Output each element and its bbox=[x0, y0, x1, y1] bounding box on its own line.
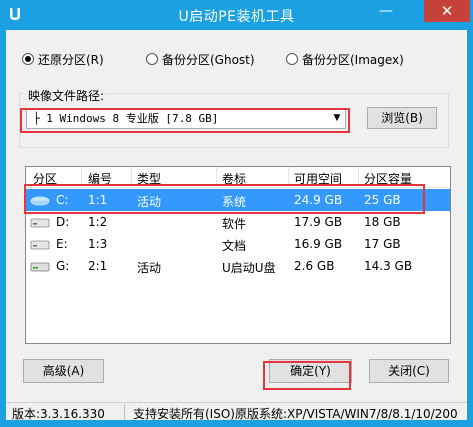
version-text: 版本:3.3.16.330 bbox=[12, 407, 105, 421]
radio-restore[interactable]: 还原分区(R) bbox=[22, 50, 104, 68]
cell-label: 文档 bbox=[222, 239, 247, 253]
cell-number: 1:2 bbox=[88, 215, 108, 229]
status-bar: 版本:3.3.16.330 支持安装所有(ISO)原版系统:XP/VISTA/W… bbox=[6, 402, 467, 421]
table-row[interactable]: E: 1:3 文档 16.9 GB 17 GB bbox=[26, 233, 450, 255]
support-text: 支持安装所有(ISO)原版系统:XP/VISTA/WIN7/8/8.1/10/2… bbox=[133, 407, 458, 421]
close-button[interactable]: 关闭(C) bbox=[369, 359, 449, 383]
hard-drive-icon bbox=[30, 240, 50, 250]
highlight-ok-button bbox=[263, 361, 351, 390]
table-row[interactable]: G: 2:1 活动 U启动U盘 2.6 GB 14.3 GB bbox=[26, 255, 450, 277]
cell-type: 活动 bbox=[137, 261, 162, 275]
radio-backup-ghost-label: 备份分区(Ghost) bbox=[162, 52, 255, 67]
usb-drive-icon bbox=[30, 262, 50, 272]
radio-backup-imagex-label: 备份分区(Imagex) bbox=[302, 52, 404, 67]
radio-restore-label: 还原分区(R) bbox=[38, 52, 104, 67]
table-row[interactable]: D: 1:2 软件 17.9 GB 18 GB bbox=[26, 211, 450, 233]
advanced-button[interactable]: 高级(A) bbox=[23, 359, 104, 383]
highlight-image-path bbox=[20, 108, 350, 133]
radio-restore-dot[interactable] bbox=[22, 53, 34, 65]
close-window-button[interactable]: ✕ bbox=[424, 0, 470, 22]
cell-number: 2:1 bbox=[88, 259, 108, 273]
cell-drive: G: bbox=[56, 259, 70, 273]
minimize-button[interactable]: — bbox=[372, 0, 400, 24]
hard-drive-icon bbox=[30, 218, 50, 228]
image-path-label: 映像文件路径: bbox=[26, 87, 107, 104]
radio-backup-ghost[interactable]: 备份分区(Ghost) bbox=[146, 50, 255, 68]
cell-size: 18 GB bbox=[364, 215, 401, 229]
cell-free: 2.6 GB bbox=[294, 259, 335, 273]
radio-backup-imagex[interactable]: 备份分区(Imagex) bbox=[286, 50, 404, 68]
cell-drive: E: bbox=[56, 237, 68, 251]
main-panel: 还原分区(R) 备份分区(Ghost) 备份分区(Imagex) 映像文件路径:… bbox=[6, 30, 467, 420]
cell-free: 17.9 GB bbox=[294, 215, 343, 229]
cell-label: 软件 bbox=[222, 217, 247, 231]
cell-drive: D: bbox=[56, 215, 70, 229]
cell-free: 16.9 GB bbox=[294, 237, 343, 251]
status-separator bbox=[124, 404, 125, 420]
cell-size: 14.3 GB bbox=[364, 259, 413, 273]
window-title: U启动PE装机工具 bbox=[178, 9, 295, 25]
cell-label: U启动U盘 bbox=[222, 261, 276, 275]
app-window: U启动PE装机工具 — ✕ 还原分区(R) 备份分区(Ghost) 备份分区(I… bbox=[0, 0, 473, 427]
radio-backup-imagex-dot[interactable] bbox=[286, 53, 298, 65]
browse-button[interactable]: 浏览(B) bbox=[367, 107, 437, 129]
radio-backup-ghost-dot[interactable] bbox=[146, 53, 158, 65]
title-bar[interactable]: U启动PE装机工具 — ✕ bbox=[0, 0, 473, 30]
cell-number: 1:3 bbox=[88, 237, 108, 251]
highlight-selected-partition bbox=[24, 184, 425, 214]
cell-size: 17 GB bbox=[364, 237, 401, 251]
